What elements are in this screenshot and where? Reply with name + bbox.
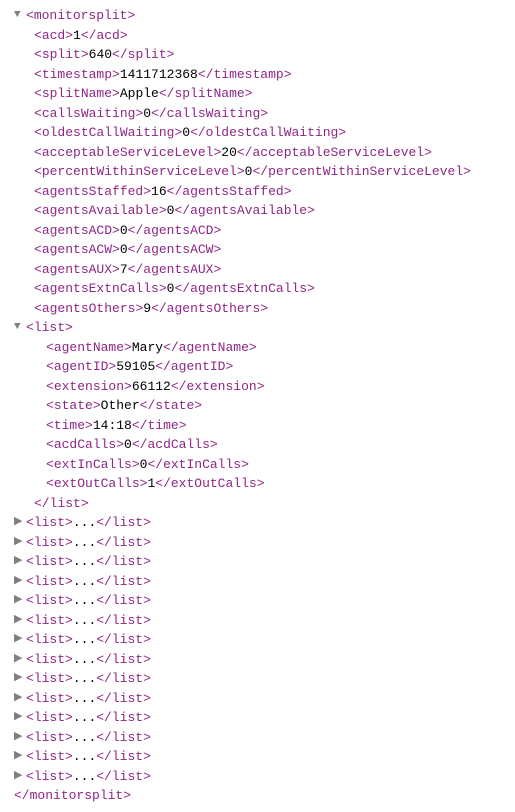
collapsed-list[interactable]: ▶<list>...</list> <box>6 669 509 689</box>
collapsed-list[interactable]: ▶<list>...</list> <box>6 708 509 728</box>
collapsed-list[interactable]: ▶<list>...</list> <box>6 728 509 748</box>
twisty-collapsed-icon[interactable]: ▶ <box>14 709 26 726</box>
field-acd: <acd>1</acd> <box>6 26 509 46</box>
twisty-collapsed-icon[interactable]: ▶ <box>14 534 26 551</box>
collapsed-list[interactable]: ▶<list>...</list> <box>6 533 509 553</box>
xml-tree-view: ▼<monitorsplit><acd>1</acd><split>640</s… <box>6 6 509 806</box>
twisty-expanded-icon[interactable]: ▼ <box>14 319 26 336</box>
field-agentsACW: <agentsACW>0</agentsACW> <box>6 240 509 260</box>
field-oldestCallWaiting: <oldestCallWaiting>0</oldestCallWaiting> <box>6 123 509 143</box>
twisty-collapsed-icon[interactable]: ▶ <box>14 592 26 609</box>
list-field-extInCalls: <extInCalls>0</extInCalls> <box>6 455 509 475</box>
twisty-collapsed-icon[interactable]: ▶ <box>14 690 26 707</box>
twisty-expanded-icon[interactable]: ▼ <box>14 7 26 24</box>
field-agentsExtnCalls: <agentsExtnCalls>0</agentsExtnCalls> <box>6 279 509 299</box>
field-agentsAvailable: <agentsAvailable>0</agentsAvailable> <box>6 201 509 221</box>
root-open: ▼<monitorsplit> <box>6 6 509 26</box>
field-agentsStaffed: <agentsStaffed>16</agentsStaffed> <box>6 182 509 202</box>
field-timestamp: <timestamp>1411712368</timestamp> <box>6 65 509 85</box>
field-callsWaiting: <callsWaiting>0</callsWaiting> <box>6 104 509 124</box>
collapsed-list[interactable]: ▶<list>...</list> <box>6 552 509 572</box>
twisty-collapsed-icon[interactable]: ▶ <box>14 651 26 668</box>
list-open: ▼<list> <box>6 318 509 338</box>
list-field-extension: <extension>66112</extension> <box>6 377 509 397</box>
twisty-collapsed-icon[interactable]: ▶ <box>14 748 26 765</box>
twisty-collapsed-icon[interactable]: ▶ <box>14 514 26 531</box>
list-field-agentID: <agentID>59105</agentID> <box>6 357 509 377</box>
list-close: </list> <box>6 494 509 514</box>
field-agentsAUX: <agentsAUX>7</agentsAUX> <box>6 260 509 280</box>
field-agentsOthers: <agentsOthers>9</agentsOthers> <box>6 299 509 319</box>
field-acceptableServiceLevel: <acceptableServiceLevel>20</acceptableSe… <box>6 143 509 163</box>
list-field-state: <state>Other</state> <box>6 396 509 416</box>
twisty-collapsed-icon[interactable]: ▶ <box>14 670 26 687</box>
twisty-collapsed-icon[interactable]: ▶ <box>14 631 26 648</box>
list-field-time: <time>14:18</time> <box>6 416 509 436</box>
collapsed-list[interactable]: ▶<list>...</list> <box>6 630 509 650</box>
twisty-collapsed-icon[interactable]: ▶ <box>14 768 26 785</box>
twisty-collapsed-icon[interactable]: ▶ <box>14 729 26 746</box>
collapsed-list[interactable]: ▶<list>...</list> <box>6 611 509 631</box>
twisty-collapsed-icon[interactable]: ▶ <box>14 612 26 629</box>
list-field-agentName: <agentName>Mary</agentName> <box>6 338 509 358</box>
root-close: </monitorsplit> <box>6 786 509 806</box>
field-percentWithinServiceLevel: <percentWithinServiceLevel>0</percentWit… <box>6 162 509 182</box>
collapsed-list[interactable]: ▶<list>...</list> <box>6 689 509 709</box>
twisty-collapsed-icon[interactable]: ▶ <box>14 553 26 570</box>
field-split: <split>640</split> <box>6 45 509 65</box>
field-agentsACD: <agentsACD>0</agentsACD> <box>6 221 509 241</box>
collapsed-list[interactable]: ▶<list>...</list> <box>6 513 509 533</box>
list-field-extOutCalls: <extOutCalls>1</extOutCalls> <box>6 474 509 494</box>
collapsed-list[interactable]: ▶<list>...</list> <box>6 591 509 611</box>
field-splitName: <splitName>Apple</splitName> <box>6 84 509 104</box>
collapsed-list[interactable]: ▶<list>...</list> <box>6 572 509 592</box>
twisty-collapsed-icon[interactable]: ▶ <box>14 573 26 590</box>
collapsed-list[interactable]: ▶<list>...</list> <box>6 747 509 767</box>
collapsed-list[interactable]: ▶<list>...</list> <box>6 650 509 670</box>
collapsed-list[interactable]: ▶<list>...</list> <box>6 767 509 787</box>
list-field-acdCalls: <acdCalls>0</acdCalls> <box>6 435 509 455</box>
